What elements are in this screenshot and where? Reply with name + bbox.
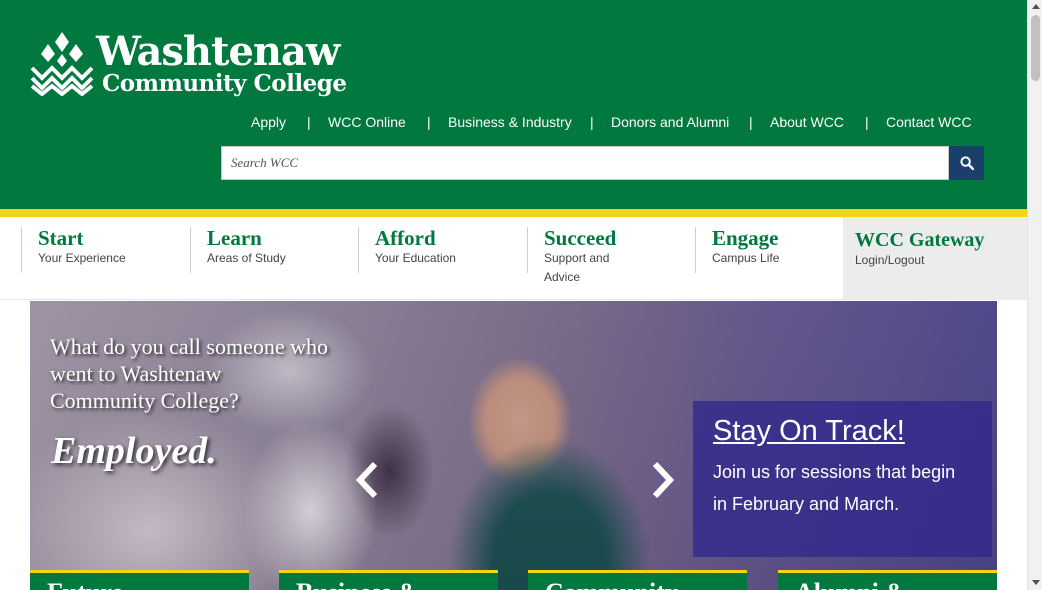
mainnav-subtitle: Your Experience bbox=[38, 251, 126, 265]
carousel-next-button[interactable] bbox=[646, 458, 678, 502]
nav-separator: | bbox=[749, 114, 753, 130]
nav-link-apply[interactable]: Apply bbox=[251, 114, 286, 130]
tile-community[interactable]: Community bbox=[528, 570, 747, 590]
nav-separator: | bbox=[590, 114, 594, 130]
mainnav-title: Start bbox=[38, 226, 84, 250]
nav-link-donors-alumni[interactable]: Donors and Alumni bbox=[611, 114, 729, 130]
callout-body: Join us for sessions that begin in Febru… bbox=[713, 462, 956, 514]
site-header: Washtenaw Community College Apply | WCC … bbox=[0, 0, 1027, 209]
search-input[interactable] bbox=[221, 146, 949, 180]
main-navigation: Start Your Experience Learn Areas of Stu… bbox=[0, 217, 1027, 300]
nav-link-wcc-online[interactable]: WCC Online bbox=[328, 114, 406, 130]
mainnav-item-start[interactable]: Start Your Experience bbox=[21, 227, 148, 273]
hero-callout: Stay On Track! Join us for sessions that… bbox=[693, 401, 992, 557]
mainnav-title: Succeed bbox=[544, 226, 617, 250]
tile-label: Alumni & bbox=[795, 578, 907, 590]
search-bar bbox=[221, 146, 984, 180]
mainnav-title: Engage bbox=[712, 226, 779, 250]
tile-business[interactable]: Business & bbox=[279, 570, 498, 590]
page-scrollbar[interactable] bbox=[1027, 0, 1042, 590]
tile-label: Future bbox=[47, 578, 123, 590]
nav-separator: | bbox=[865, 114, 869, 130]
tile-alumni[interactable]: Alumni & bbox=[778, 570, 997, 590]
wcc-gateway-link[interactable]: WCC Gateway Login/Logout bbox=[843, 217, 1027, 300]
header-accent-bar bbox=[0, 209, 1027, 217]
mainnav-subtitle: Campus Life bbox=[712, 251, 780, 265]
carousel-prev-button[interactable] bbox=[352, 458, 384, 502]
mainnav-item-learn[interactable]: Learn Areas of Study bbox=[190, 227, 317, 273]
mainnav-subtitle: Areas of Study bbox=[207, 251, 286, 265]
nav-link-business-industry[interactable]: Business & Industry bbox=[448, 114, 572, 130]
callout-title-link[interactable]: Stay On Track! bbox=[713, 415, 905, 448]
tile-label: Community bbox=[545, 578, 678, 590]
gateway-subtitle: Login/Logout bbox=[855, 253, 925, 267]
mainnav-subtitle: Your Education bbox=[375, 251, 456, 265]
hero-answer: Employed. bbox=[51, 430, 217, 472]
tile-future[interactable]: Future bbox=[30, 570, 249, 590]
mainnav-title: Afford bbox=[375, 226, 436, 250]
logo-mark-icon bbox=[30, 32, 94, 96]
search-icon bbox=[959, 156, 974, 170]
nav-separator: | bbox=[307, 114, 311, 130]
mainnav-item-succeed[interactable]: Succeed Support and Advice bbox=[527, 226, 624, 284]
tile-label: Business & bbox=[296, 578, 420, 590]
college-logo[interactable]: Washtenaw Community College bbox=[30, 28, 347, 100]
hero-question: What do you call someone who went to Was… bbox=[50, 334, 328, 413]
nav-separator: | bbox=[427, 114, 431, 130]
logo-name-line1: Washtenaw bbox=[96, 28, 340, 75]
mainnav-item-afford[interactable]: Afford Your Education bbox=[358, 227, 485, 273]
logo-name-line2: Community College bbox=[102, 70, 347, 97]
utility-nav: Apply | WCC Online | Business & Industry… bbox=[0, 114, 1027, 132]
audience-tiles: Future Business & Community Alumni & bbox=[30, 570, 997, 590]
mainnav-item-engage[interactable]: Engage Campus Life bbox=[695, 227, 822, 273]
nav-link-about-wcc[interactable]: About WCC bbox=[770, 114, 844, 130]
gateway-title: WCC Gateway bbox=[855, 229, 985, 251]
scrollbar-thumb[interactable] bbox=[1031, 15, 1040, 81]
mainnav-subtitle: Support and Advice bbox=[544, 251, 610, 284]
chevron-right-icon bbox=[652, 461, 675, 499]
nav-link-contact-wcc[interactable]: Contact WCC bbox=[886, 114, 972, 130]
search-button[interactable] bbox=[949, 146, 984, 180]
chevron-left-icon bbox=[355, 461, 378, 499]
scroll-up-arrow-icon[interactable] bbox=[1032, 4, 1040, 9]
mainnav-title: Learn bbox=[207, 226, 262, 250]
scroll-down-arrow-icon[interactable] bbox=[1032, 580, 1040, 585]
hero-carousel: What do you call someone who went to Was… bbox=[30, 301, 997, 590]
